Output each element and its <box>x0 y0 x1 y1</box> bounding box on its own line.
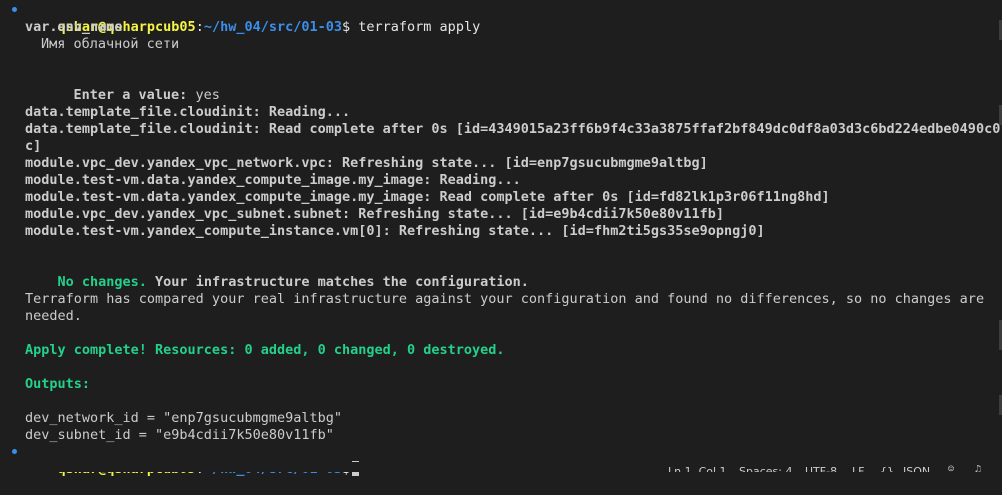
command-decoration-dot[interactable] <box>12 7 17 12</box>
log-line: module.test-vm.yandex_compute_instance.v… <box>25 223 765 239</box>
notifications-bell-icon[interactable]: ♫ <box>975 465 985 473</box>
status-language[interactable]: JSON <box>903 462 930 472</box>
log-line: module.test-vm.data.yandex_compute_image… <box>25 172 521 188</box>
status-braces[interactable]: {} <box>880 462 894 472</box>
log-line: module.test-vm.data.yandex_compute_image… <box>25 189 830 205</box>
log-line: module.vpc_dev.yandex_vpc_network.vpc: R… <box>25 155 708 171</box>
log-line: module.vpc_dev.yandex_vpc_subnet.subnet:… <box>25 206 724 222</box>
prompt-line: qshar@qsharpcub05:~/hw_04/src/01-03$ ter… <box>57 19 481 35</box>
status-encoding[interactable]: UTF-8 <box>805 462 837 472</box>
prompt-line-current: qshar@qsharpcub05:~/hw_04/src/01-03$ <box>25 444 360 477</box>
log-line: c] <box>25 138 42 154</box>
enter-value-label: Enter a value: <box>73 87 188 103</box>
status-eol[interactable]: LF <box>852 462 864 472</box>
prompt-command: terraform apply <box>358 19 481 35</box>
no-changes-message: Your infrastructure matches the configur… <box>146 274 529 290</box>
no-changes-label: No changes. <box>57 274 147 290</box>
status-bar: Ln 1, Col 1 Spaces: 4 UTF-8 LF {} JSON ☺… <box>0 462 1002 472</box>
variable-name: var.env_name <box>25 19 123 35</box>
no-changes-line: No changes. Your infrastructure matches … <box>25 257 529 290</box>
prompt-symbol: $ <box>342 19 351 35</box>
compared-message-line1: Terraform has compared your real infrast… <box>25 291 985 307</box>
outputs-heading: Outputs: <box>25 376 91 392</box>
output-item: dev_subnet_id = "e9b4cdii7k50e80v11fb" <box>25 427 334 443</box>
feedback-icon[interactable]: ☺ <box>948 465 958 473</box>
enter-value-line: Enter a value: yes <box>41 70 220 103</box>
prompt-path: ~/hw_04/src/01-03 <box>203 19 342 35</box>
command-decoration-dot[interactable] <box>12 449 17 454</box>
output-item: dev_network_id = "enp7gsucubmgme9altbg" <box>25 410 342 426</box>
terminal-panel[interactable]: qshar@qsharpcub05:~/hw_04/src/01-03$ ter… <box>0 0 1002 477</box>
variable-description: Имя облачной сети <box>41 36 180 52</box>
status-indentation[interactable]: Spaces: 4 <box>739 462 792 472</box>
compared-message-line2: needed. <box>25 308 82 324</box>
log-line: data.template_file.cloudinit: Reading... <box>25 104 351 120</box>
status-cursor-position[interactable]: Ln 1, Col 1 <box>668 462 727 472</box>
entered-value: yes <box>195 87 220 103</box>
apply-complete-message: Apply complete! Resources: 0 added, 0 ch… <box>25 342 505 358</box>
log-line: data.template_file.cloudinit: Read compl… <box>25 121 1001 137</box>
